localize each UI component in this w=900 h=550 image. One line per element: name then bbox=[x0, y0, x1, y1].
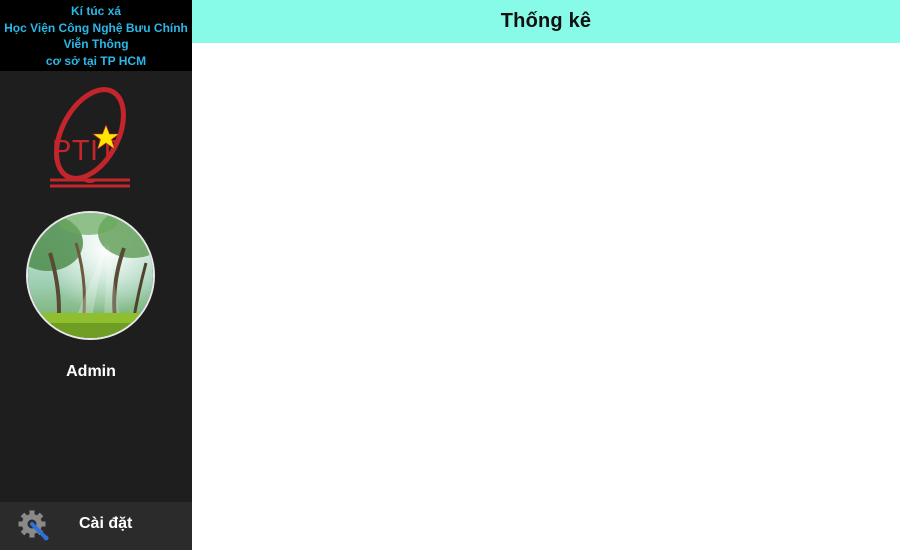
page-title: Thống kê bbox=[500, 10, 592, 32]
settings-button[interactable]: Cài đặt bbox=[0, 502, 192, 550]
username: Admin bbox=[66, 363, 116, 380]
brand-header: Kí túc xá Học Viện Công Nghệ Bưu Chính V… bbox=[0, 0, 192, 71]
ptit-logo: PTIT bbox=[46, 82, 136, 192]
brand-line-4: cơ sở tại TP HCM bbox=[45, 53, 147, 68]
settings-gear-wrench-icon bbox=[18, 510, 50, 542]
settings-label: Cài đặt bbox=[79, 515, 133, 532]
avatar[interactable] bbox=[26, 211, 155, 340]
sidebar: Kí túc xá Học Viện Công Nghệ Bưu Chính V… bbox=[0, 0, 192, 550]
brand-line-3: Viễn Thông bbox=[63, 37, 129, 51]
brand-line-1: Kí túc xá bbox=[70, 4, 121, 18]
page-header: Thống kê bbox=[192, 0, 900, 43]
main-content bbox=[192, 43, 900, 550]
brand-line-2: Học Viện Công Nghệ Bưu Chính bbox=[4, 20, 188, 35]
